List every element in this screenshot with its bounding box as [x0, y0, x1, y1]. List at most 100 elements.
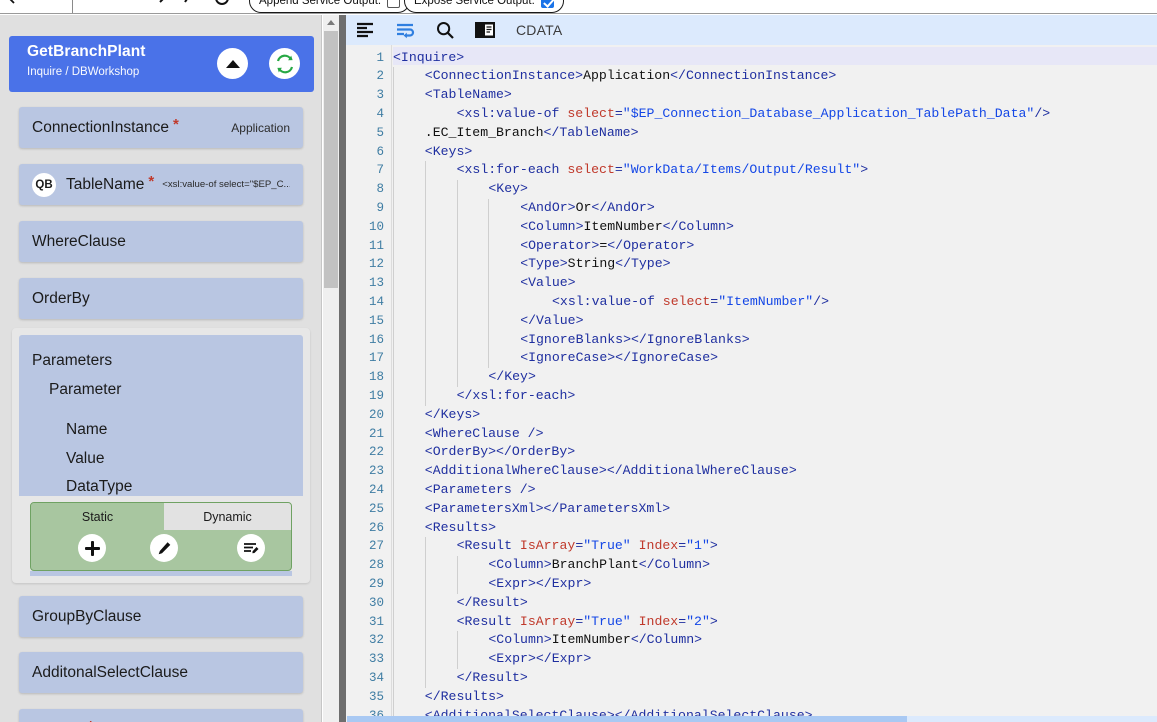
param-node-parameters[interactable]: Parameters: [32, 352, 112, 370]
line-number: 6: [376, 144, 384, 159]
expose-service-output-checkbox[interactable]: [540, 0, 554, 8]
code-line[interactable]: <ParametersXml></ParametersXml>: [425, 500, 670, 519]
code-line[interactable]: <TableName>: [425, 86, 512, 105]
scroll-up-icon[interactable]: [323, 15, 339, 30]
field-row-connectioninstance[interactable]: ConnectionInstance * Application: [19, 107, 303, 148]
indent-guide: [488, 198, 490, 369]
chevron-up-icon[interactable]: [217, 48, 248, 79]
code-line[interactable]: <Column>BranchPlant</Column>: [488, 556, 710, 575]
code-line[interactable]: </Value>: [520, 312, 583, 331]
code-line[interactable]: </Keys>: [425, 406, 480, 425]
field-row-results[interactable]: Results *: [19, 709, 303, 722]
code-line[interactable]: <AndOr>Or</AndOr>: [520, 199, 655, 218]
line-number: 32: [368, 633, 384, 648]
panel-divider[interactable]: [339, 15, 346, 722]
pencil-icon[interactable]: [150, 534, 178, 562]
code-line[interactable]: <Column>ItemNumber</Column>: [488, 631, 702, 650]
code-line[interactable]: <Results>: [425, 519, 496, 538]
code-line[interactable]: </Result>: [457, 594, 528, 613]
field-row-whereclause[interactable]: WhereClause: [19, 221, 303, 262]
code-line[interactable]: </Results>: [425, 688, 504, 707]
tab-static[interactable]: Static: [31, 503, 164, 530]
code-line[interactable]: <Parameters />: [425, 481, 536, 500]
code-line[interactable]: <Expr></Expr>: [488, 650, 591, 669]
code-line[interactable]: <OrderBy></OrderBy>: [425, 443, 575, 462]
code-line[interactable]: .EC_Item_Branch</TableName>: [425, 124, 639, 143]
param-node-value[interactable]: Value: [66, 450, 105, 468]
line-number: 10: [368, 219, 384, 234]
append-service-output-toggle[interactable]: Append Service Output:: [249, 0, 411, 13]
required-asterisk: *: [148, 173, 155, 190]
code-line[interactable]: </Key>: [488, 368, 535, 387]
expose-service-output-toggle[interactable]: Expose Service Output:: [404, 0, 564, 13]
code-line[interactable]: <Column>ItemNumber</Column>: [520, 218, 734, 237]
code-line[interactable]: <xsl:value-of select="ItemNumber"/>: [552, 293, 829, 312]
search-icon[interactable]: [434, 19, 456, 41]
indent-guide: [424, 161, 426, 406]
back-icon[interactable]: [2, 0, 22, 8]
code-line[interactable]: <Value>: [520, 274, 575, 293]
line-number: 26: [368, 520, 384, 535]
append-service-output-label: Append Service Output:: [259, 0, 382, 7]
append-service-output-checkbox[interactable]: [387, 0, 401, 8]
forward-run-icon[interactable]: [150, 0, 170, 8]
code-line[interactable]: <Operator>=</Operator>: [520, 237, 694, 256]
code-area[interactable]: 1 2 3 4 5 6 7 8 9 10 11 12 13 14 15 16 17 18 19 20 21 22 23 24 2…: [346, 45, 1157, 722]
line-number: 14: [368, 294, 384, 309]
code-line[interactable]: <WhereClause />: [425, 425, 544, 444]
list-edit-icon[interactable]: [237, 534, 265, 562]
line-number-gutter: 1 2 3 4 5 6 7 8 9 10 11 12 13 14 15 16 17 18 19 20 21 22 23 24 2…: [346, 45, 392, 722]
code-line[interactable]: <Expr></Expr>: [488, 575, 591, 594]
code-line[interactable]: <Result IsArray="True" Index="1">: [457, 537, 718, 556]
editor-horizontal-scrollbar[interactable]: [347, 716, 1157, 722]
code-line[interactable]: </xsl:for-each>: [457, 387, 576, 406]
param-node-parameter[interactable]: Parameter: [49, 381, 121, 399]
tab-dynamic[interactable]: Dynamic: [164, 503, 291, 530]
code-line[interactable]: <Keys>: [425, 143, 472, 162]
xml-editor: CDATA 1 2 3 4 5 6 7 8 9 10 11 12 13 14 15 16 17 18 19 20 21 2…: [346, 15, 1157, 722]
line-number: 33: [368, 652, 384, 667]
code-line[interactable]: <IgnoreBlanks></IgnoreBlanks>: [520, 331, 750, 350]
word-wrap-icon[interactable]: [394, 19, 416, 41]
scrollbar-thumb[interactable]: [347, 716, 907, 722]
line-number: 23: [368, 464, 384, 479]
parameters-tree[interactable]: Parameters Parameter Name Value DataType: [19, 335, 303, 496]
code-line[interactable]: <Result IsArray="True" Index="2">: [457, 613, 718, 632]
toolbar-icon-group-left: [2, 0, 22, 8]
code-line[interactable]: <Key>: [488, 180, 528, 199]
properties-panel: GetBranchPlant Inquire / DBWorkshop Conn…: [0, 15, 322, 722]
align-left-icon[interactable]: [354, 19, 376, 41]
editor-toolbar: CDATA: [346, 15, 1157, 45]
field-label: WhereClause: [32, 232, 126, 250]
line-number: 20: [368, 407, 384, 422]
code-line[interactable]: <Type>String</Type>: [520, 255, 670, 274]
cdata-block-icon[interactable]: [474, 19, 496, 41]
scrollbar-thumb[interactable]: [324, 31, 338, 288]
field-row-additonalselectclause[interactable]: AdditonalSelectClause: [19, 652, 303, 693]
line-number: 21: [368, 426, 384, 441]
line-number: 4: [376, 106, 384, 121]
field-row-orderby[interactable]: OrderBy: [19, 278, 303, 319]
line-number: 19: [368, 388, 384, 403]
code-line[interactable]: <AdditionalWhereClause></AdditionalWhere…: [425, 462, 797, 481]
properties-panel-scrollbar[interactable]: [323, 15, 339, 722]
refresh-circle-icon[interactable]: [212, 0, 232, 8]
code-line[interactable]: <xsl:value-of select="$EP_Connection_Dat…: [457, 105, 1051, 124]
code-line[interactable]: </Result>: [457, 669, 528, 688]
code-line[interactable]: <Inquire>: [393, 49, 464, 68]
code-line[interactable]: <xsl:for-each select="WorkData/Items/Out…: [457, 161, 869, 180]
field-row-tablename[interactable]: QB TableName * <xsl:value-of select="$EP…: [19, 164, 303, 205]
code-lines[interactable]: <Inquire> <ConnectionInstance>Application…: [393, 45, 1157, 722]
plus-icon[interactable]: [78, 534, 106, 562]
code-line[interactable]: <IgnoreCase></IgnoreCase>: [520, 349, 718, 368]
field-row-groupbyclause[interactable]: GroupByClause: [19, 596, 303, 637]
param-node-datatype[interactable]: DataType: [66, 478, 132, 496]
parameters-group: Parameters Parameter Name Value DataType…: [12, 328, 310, 583]
sync-arrows-icon[interactable]: [269, 48, 300, 79]
line-number: 5: [376, 125, 384, 140]
step-icon[interactable]: [181, 0, 201, 8]
line-number: 7: [376, 163, 384, 178]
line-number: 13: [368, 276, 384, 291]
code-line[interactable]: <ConnectionInstance>Application</Connect…: [425, 67, 837, 86]
param-node-name[interactable]: Name: [66, 421, 107, 439]
